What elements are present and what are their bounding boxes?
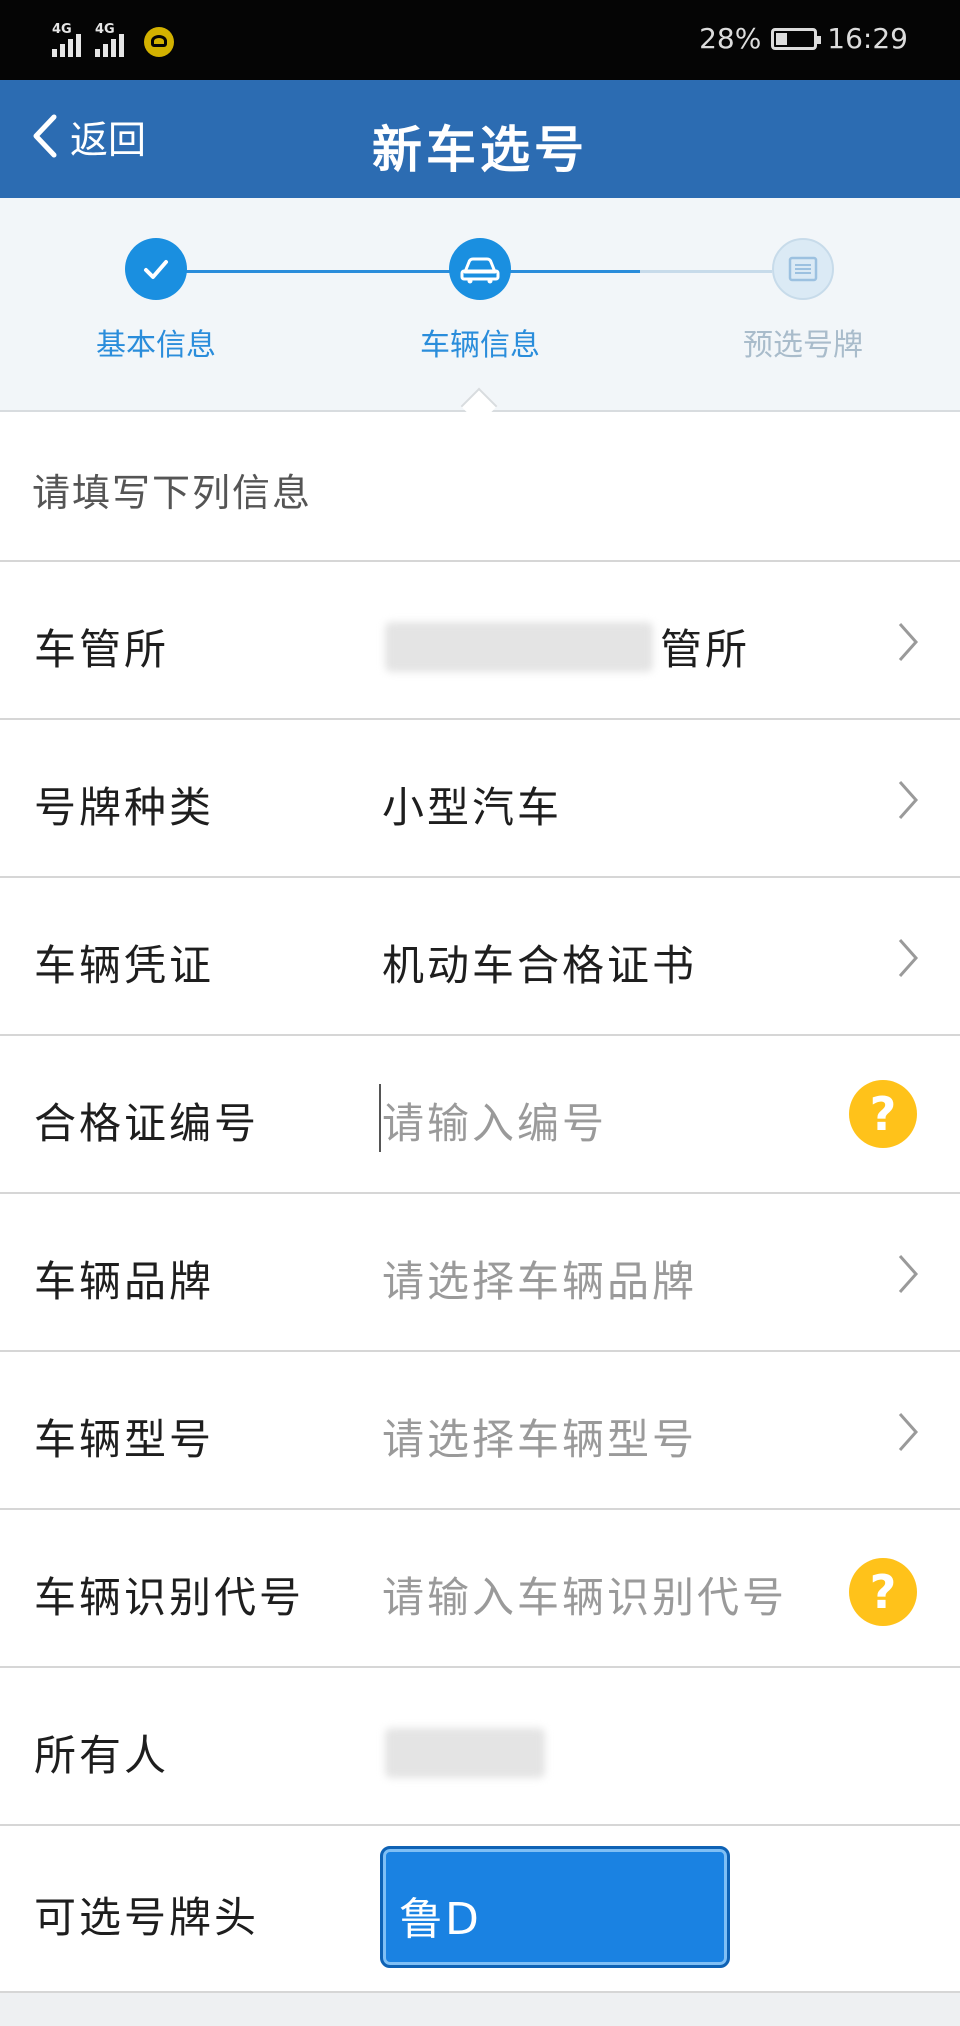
step-line-done: [156, 270, 456, 273]
status-bar: 4G 4G 28% 16:29: [0, 0, 960, 80]
vin-input[interactable]: 请输入车辆识别代号: [382, 1564, 882, 1625]
status-left: 4G 4G: [52, 20, 174, 57]
voucher-value: 机动车合格证书: [382, 941, 698, 990]
plate-type-label: 号牌种类: [34, 783, 215, 832]
plate-prefix-option[interactable]: 鲁D: [380, 1846, 730, 1968]
intro-text: 请填写下列信息: [32, 471, 313, 515]
chevron-right-icon: [898, 939, 919, 977]
office-label: 车管所: [34, 625, 170, 674]
plate-type-row[interactable]: 号牌种类 小型汽车: [0, 720, 960, 878]
network-type-label-2: 4G: [95, 22, 115, 37]
brand-select[interactable]: 请选择车辆品牌: [382, 1248, 697, 1309]
text-cursor: [379, 1084, 381, 1152]
step-done-icon: [125, 238, 187, 300]
chevron-right-icon: [898, 1413, 919, 1451]
step-indicator: 基本信息 车辆信息 预选号牌: [0, 198, 960, 425]
nav-bar: 返回 新车选号: [0, 80, 960, 198]
chevron-right-icon: [898, 781, 919, 819]
owner-row: 所有人: [0, 1668, 960, 1826]
clock: 16:29: [827, 22, 908, 55]
step-label-plate: 预选号牌: [743, 328, 863, 363]
battery-icon: [771, 27, 822, 50]
voucher-row[interactable]: 车辆凭证 机动车合格证书: [0, 878, 960, 1036]
car-icon: [449, 238, 511, 300]
chevron-right-icon: [898, 623, 919, 661]
office-value: 管所: [660, 625, 751, 674]
plate-prefix-row: 可选号牌头 鲁D: [0, 1826, 960, 1993]
bottom-strip: [0, 1993, 960, 2026]
model-select[interactable]: 请选择车辆型号: [382, 1406, 697, 1467]
step-label-basic: 基本信息: [96, 328, 216, 363]
plate-prefix-value: 鲁D: [399, 1894, 481, 1945]
plate-prefix-label: 可选号牌头: [34, 1893, 260, 1942]
step-line-progress: [500, 270, 640, 273]
signal-icon: 4G: [52, 20, 81, 57]
office-row[interactable]: 车管所 管所: [0, 562, 960, 720]
brand-row[interactable]: 车辆品牌 请选择车辆品牌: [0, 1194, 960, 1352]
plate-type-value: 小型汽车: [382, 783, 563, 832]
vin-label: 车辆识别代号: [34, 1573, 305, 1622]
owner-label: 所有人: [34, 1731, 170, 1780]
cert-number-input[interactable]: 请输入编号: [382, 1090, 607, 1151]
app-notification-icon: [144, 27, 174, 57]
help-icon[interactable]: ?: [849, 1558, 917, 1626]
signal-icon-2: 4G: [95, 20, 124, 57]
cert-number-row: 合格证编号 请输入编号 ?: [0, 1036, 960, 1194]
model-label: 车辆型号: [34, 1415, 215, 1464]
step-label-vehicle: 车辆信息: [420, 328, 540, 363]
form-intro: 请填写下列信息: [0, 412, 960, 562]
status-right: 28% 16:29: [699, 22, 908, 55]
battery-percent: 28%: [699, 22, 762, 55]
redacted-text: [385, 622, 653, 672]
redacted-owner-name: [385, 1728, 545, 1778]
plate-icon: [772, 238, 834, 300]
help-icon[interactable]: ?: [849, 1080, 917, 1148]
page-title: 新车选号: [372, 121, 588, 179]
voucher-label: 车辆凭证: [34, 941, 215, 990]
step-line-pending: [640, 270, 772, 273]
chevron-right-icon: [898, 1255, 919, 1293]
model-row[interactable]: 车辆型号 请选择车辆型号: [0, 1352, 960, 1510]
network-type-label: 4G: [52, 22, 72, 37]
cert-number-label: 合格证编号: [34, 1099, 260, 1148]
brand-label: 车辆品牌: [34, 1257, 215, 1306]
vin-row: 车辆识别代号 请输入车辆识别代号 ?: [0, 1510, 960, 1668]
